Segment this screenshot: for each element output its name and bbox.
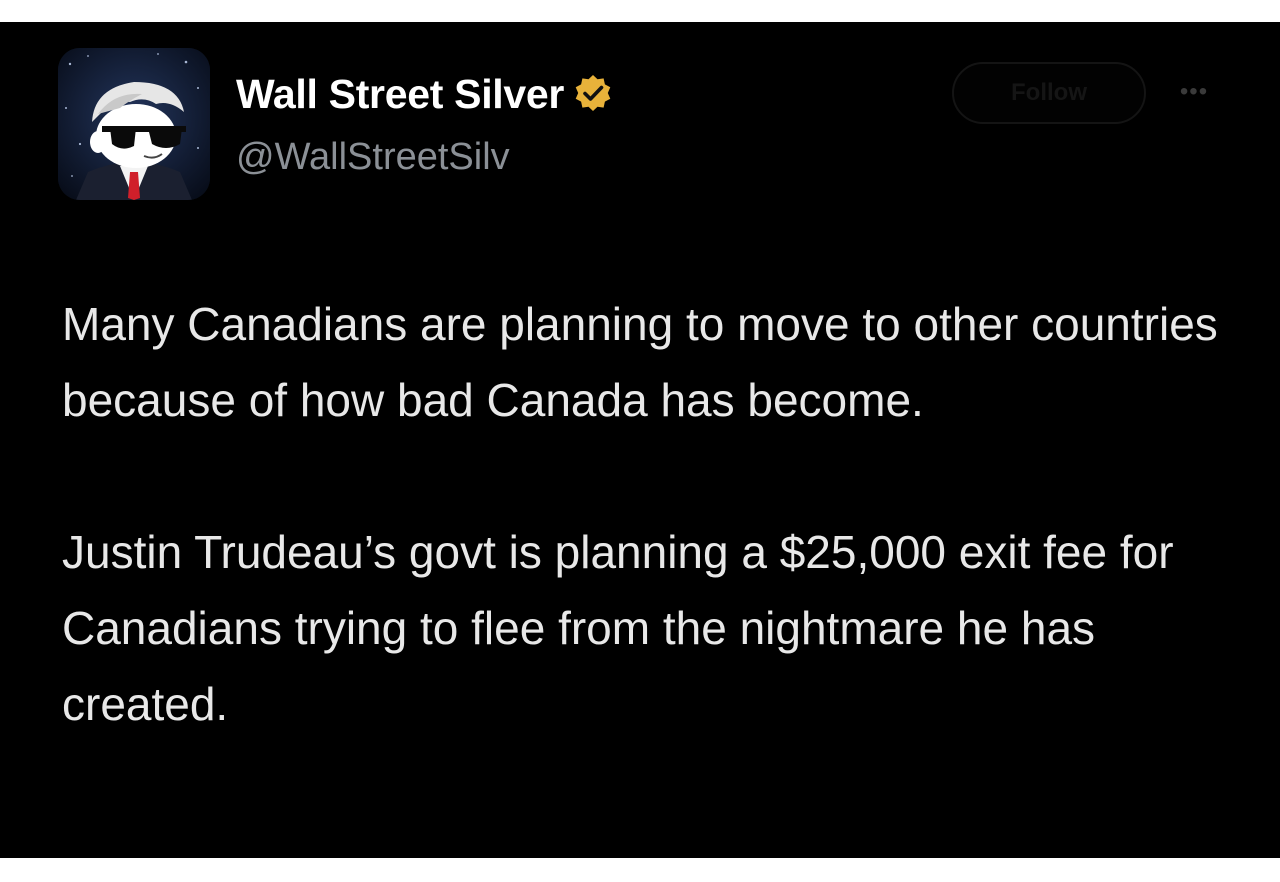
author-name-row[interactable]: Wall Street Silver — [236, 70, 614, 118]
display-name[interactable]: Wall Street Silver — [236, 71, 564, 118]
tweet-paragraph: Many Canadians are planning to move to o… — [62, 298, 1218, 426]
author-handle[interactable]: @WallStreetSilv — [236, 136, 510, 179]
avatar[interactable] — [58, 48, 210, 200]
sunglasses-mascot-avatar-icon — [58, 48, 210, 200]
tweet-card: Wall Street Silver @WallStreetSilv Follo… — [0, 22, 1280, 858]
follow-button[interactable]: Follow — [952, 62, 1146, 124]
tweet-text: Many Canadians are planning to move to o… — [62, 286, 1232, 742]
more-horizontal-icon[interactable]: ••• — [1168, 78, 1220, 106]
verified-badge-icon — [572, 73, 614, 115]
tweet-paragraph: Justin Trudeau’s govt is planning a $25,… — [62, 526, 1174, 730]
